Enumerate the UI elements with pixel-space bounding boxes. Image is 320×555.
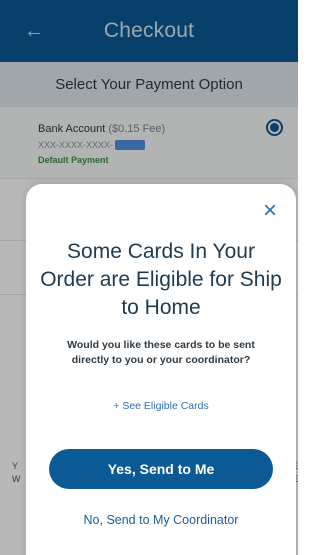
send-to-coordinator-button[interactable]: No, Send to My Coordinator (46, 513, 276, 527)
see-eligible-cards-link[interactable]: + See Eligible Cards (46, 400, 276, 412)
modal-question: Would you like these cards to be sent di… (67, 339, 255, 366)
modal-heading: Some Cards In Your Order are Eligible fo… (40, 240, 282, 319)
close-icon[interactable]: × (259, 199, 281, 223)
ship-to-home-modal: × Some Cards In Your Order are Eligible … (26, 184, 296, 555)
send-to-me-button[interactable]: Yes, Send to Me (49, 449, 273, 489)
